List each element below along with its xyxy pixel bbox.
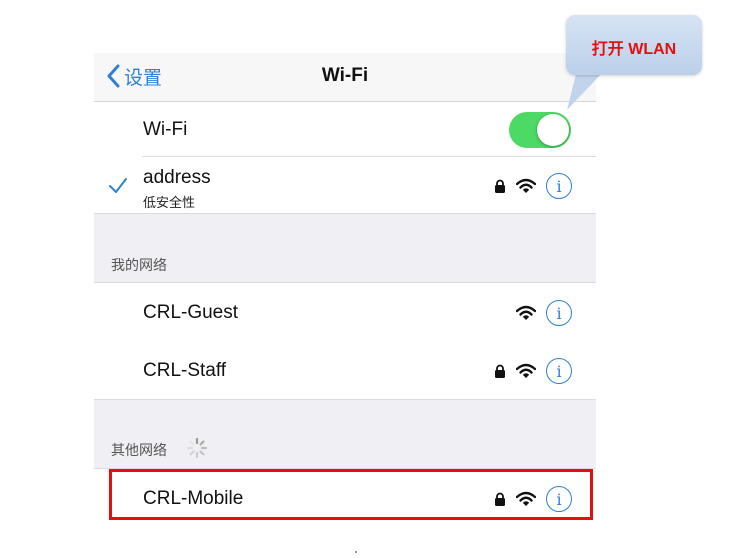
wifi-toggle-row: Wi-Fi bbox=[94, 102, 596, 157]
lock-icon bbox=[495, 179, 505, 193]
callout-text: 打开 WLAN bbox=[591, 41, 677, 58]
toggle-knob bbox=[537, 114, 569, 146]
checkmark-icon bbox=[109, 178, 127, 193]
info-icon[interactable]: i bbox=[546, 173, 572, 199]
callout-tail bbox=[567, 70, 605, 110]
connected-network-row[interactable]: address 低安全性 i bbox=[94, 157, 596, 214]
lock-icon bbox=[495, 364, 505, 378]
info-icon[interactable]: i bbox=[546, 358, 572, 384]
my-networks-header: 我的网络 bbox=[94, 214, 596, 282]
section-title-other-networks: 其他网络 bbox=[111, 442, 167, 458]
wifi-settings-panel: 设置 Wi-Fi Wi-Fi address 低安全性 i 我的网络 CRL-G… bbox=[94, 53, 596, 531]
other-networks-header: 其他网络 bbox=[94, 400, 596, 468]
wifi-icon bbox=[516, 363, 536, 378]
wifi-toggle-switch[interactable] bbox=[509, 112, 571, 148]
section-title-my-networks: 我的网络 bbox=[111, 257, 167, 273]
artifact-dot bbox=[355, 551, 357, 553]
wifi-toggle-label: Wi-Fi bbox=[143, 119, 188, 140]
network-name: address bbox=[143, 167, 211, 188]
navigation-bar: 设置 Wi-Fi bbox=[94, 53, 596, 102]
wifi-icon bbox=[516, 305, 536, 320]
security-note: 低安全性 bbox=[143, 195, 196, 210]
network-row[interactable]: CRL-Staff i bbox=[94, 341, 596, 400]
network-name: CRL-Staff bbox=[143, 360, 227, 381]
callout-bubble: 打开 WLAN bbox=[566, 15, 702, 75]
spinner-icon bbox=[186, 437, 208, 459]
highlight-box bbox=[109, 469, 593, 520]
network-row[interactable]: CRL-Guest i bbox=[94, 282, 596, 342]
page-title: Wi-Fi bbox=[321, 65, 369, 86]
wifi-icon bbox=[516, 178, 536, 193]
info-icon[interactable]: i bbox=[546, 300, 572, 326]
network-name: CRL-Guest bbox=[143, 302, 239, 323]
